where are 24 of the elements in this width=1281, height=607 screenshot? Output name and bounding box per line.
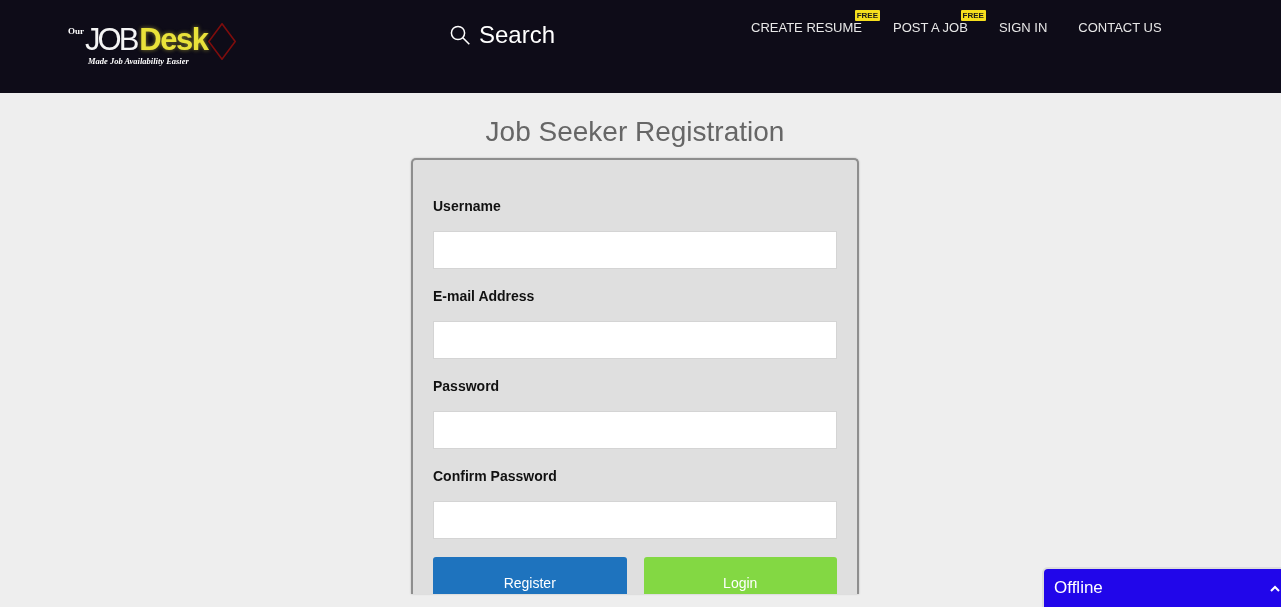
nav-link[interactable]: POST A JOB bbox=[893, 20, 968, 36]
input-field[interactable] bbox=[433, 411, 837, 449]
nav-link[interactable]: SIGN IN bbox=[998, 20, 1048, 36]
logo-text: Desk bbox=[139, 24, 208, 55]
form-button[interactable]: Register bbox=[433, 557, 627, 594]
input-field[interactable] bbox=[433, 501, 837, 539]
chat-status-button[interactable]: Offline bbox=[1044, 569, 1281, 607]
search-icon bbox=[450, 25, 470, 45]
field-label: E-mail Address bbox=[433, 287, 535, 305]
diamond-icon bbox=[208, 23, 237, 60]
field-label: Confirm Password bbox=[433, 467, 557, 485]
nav-link[interactable]: CONTACT US bbox=[1078, 20, 1162, 36]
logo-prefix: Our bbox=[68, 27, 84, 36]
logo-tagline: Made Job Availability Easier bbox=[88, 56, 190, 66]
page-title: Job Seeker Registration bbox=[485, 115, 785, 149]
field-label: Password bbox=[433, 377, 500, 395]
free-badge: FREE bbox=[854, 10, 880, 21]
nav-link[interactable]: CREATE RESUME bbox=[751, 20, 862, 36]
logo-text: JOB bbox=[85, 24, 137, 55]
search-button[interactable]: Search bbox=[450, 21, 556, 49]
input-field[interactable] bbox=[433, 231, 837, 269]
input-field[interactable] bbox=[433, 321, 837, 359]
free-badge: FREE bbox=[960, 10, 986, 21]
field-label: Username bbox=[433, 197, 501, 215]
